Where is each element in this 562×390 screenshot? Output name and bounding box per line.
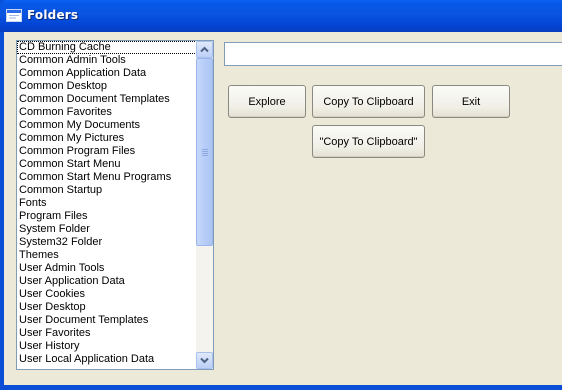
list-item[interactable]: User History	[17, 340, 197, 353]
scroll-up-button[interactable]	[196, 41, 213, 58]
scroll-down-button[interactable]	[196, 352, 213, 369]
list-item[interactable]: Common Document Templates	[17, 93, 197, 106]
list-item[interactable]: Common Program Files	[17, 145, 197, 158]
list-item[interactable]: Common Favorites	[17, 106, 197, 119]
folders-list: CD Burning Cache Common Admin Tools Common…	[17, 41, 197, 369]
chevron-down-icon	[200, 357, 209, 364]
list-item[interactable]: User Admin Tools	[17, 262, 197, 275]
grip-line	[202, 149, 208, 150]
list-item[interactable]: Common Start Menu Programs	[17, 171, 197, 184]
folders-listbox[interactable]: CD Burning Cache Common Admin Tools Common…	[16, 40, 214, 370]
list-item[interactable]: Common Startup	[17, 184, 197, 197]
grip-line	[202, 153, 208, 154]
chevron-up-icon	[200, 46, 209, 53]
explore-button[interactable]: Explore	[228, 85, 306, 118]
list-item[interactable]: User Document Templates	[17, 314, 197, 327]
title-bar[interactable]: Folders	[0, 0, 562, 32]
grip-line	[202, 155, 208, 156]
list-item[interactable]: Common Start Menu	[17, 158, 197, 171]
list-item[interactable]: System Folder	[17, 223, 197, 236]
list-item[interactable]: User Cookies	[17, 288, 197, 301]
list-item[interactable]: Common Admin Tools	[17, 54, 197, 67]
client-area: CD Burning Cache Common Admin Tools Common…	[4, 32, 562, 385]
copy-to-clipboard-button[interactable]: Copy To Clipboard	[312, 85, 425, 118]
window-frame-bottom	[0, 385, 562, 390]
window-title: Folders	[27, 8, 79, 22]
list-item[interactable]: Common My Documents	[17, 119, 197, 132]
scroll-thumb[interactable]	[196, 58, 213, 246]
list-item[interactable]: Themes	[17, 249, 197, 262]
copy-quoted-to-clipboard-button[interactable]: "Copy To Clipboard"	[312, 125, 425, 158]
list-item[interactable]: Common Application Data	[17, 67, 197, 80]
list-item[interactable]: Common Desktop	[17, 80, 197, 93]
list-item[interactable]: Program Files	[17, 210, 197, 223]
folders-window: Folders CD Burning Cache Common Admin Too…	[0, 0, 562, 390]
grip-line	[202, 151, 208, 152]
path-field[interactable]	[224, 42, 562, 66]
list-item[interactable]: User Local Application Data	[17, 353, 197, 366]
list-item[interactable]: Common My Pictures	[17, 132, 197, 145]
list-item[interactable]: Fonts	[17, 197, 197, 210]
list-item[interactable]: User Application Data	[17, 275, 197, 288]
vertical-scrollbar[interactable]	[196, 41, 213, 369]
list-item[interactable]: User Favorites	[17, 327, 197, 340]
list-item[interactable]: User Desktop	[17, 301, 197, 314]
list-item[interactable]: CD Burning Cache	[17, 41, 197, 54]
window-icon	[6, 9, 22, 22]
exit-button[interactable]: Exit	[432, 85, 510, 118]
list-item[interactable]: System32 Folder	[17, 236, 197, 249]
